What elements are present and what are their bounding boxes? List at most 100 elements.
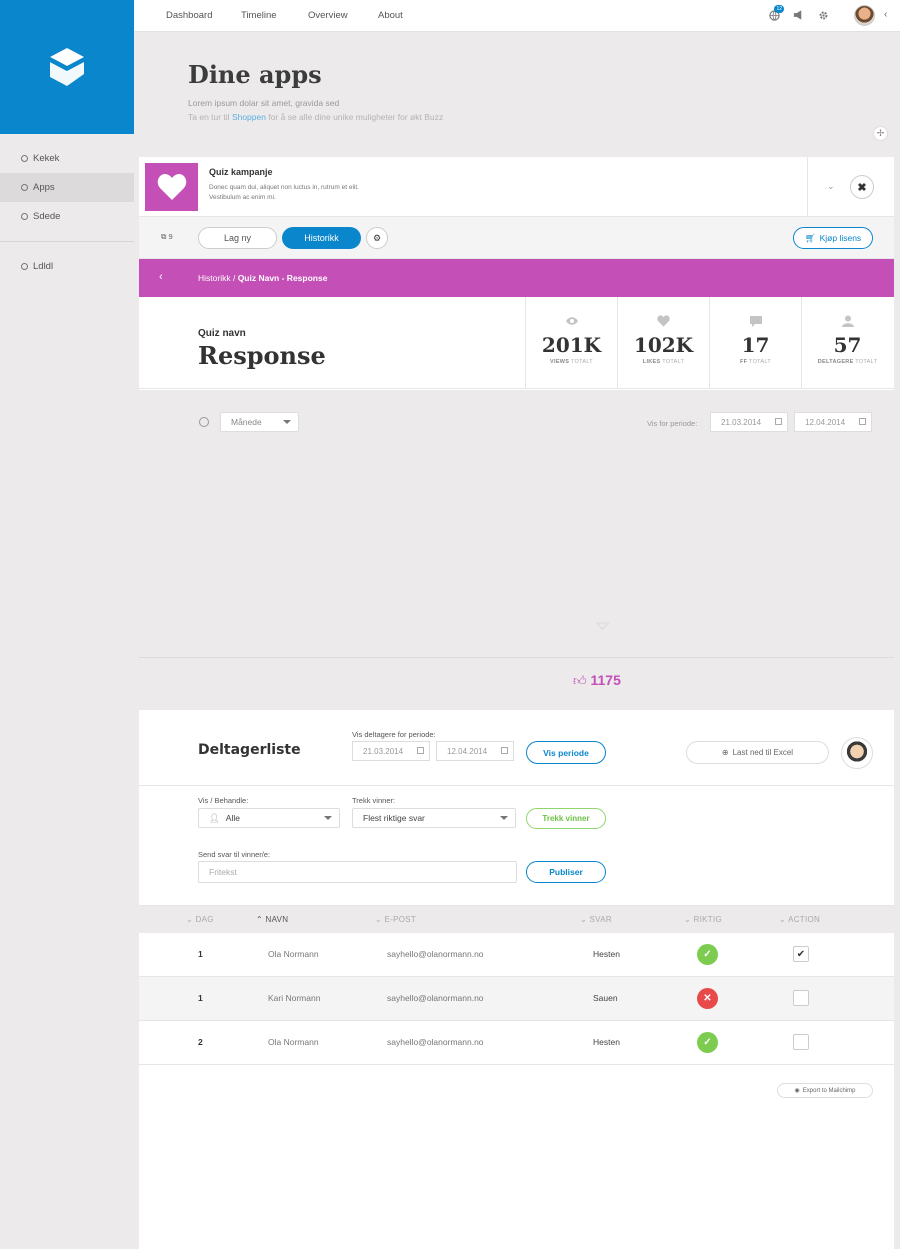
- main-panel: Quiz kampanje Donec quam dui, aliquet no…: [139, 157, 894, 1249]
- date-from-field[interactable]: 21.03.2014: [710, 412, 788, 432]
- date-from-field[interactable]: 21.03.2014: [352, 741, 430, 761]
- cell-svar: Sauen: [593, 993, 618, 1003]
- period-select[interactable]: Månede: [220, 412, 299, 432]
- stat-value: 57: [833, 333, 862, 357]
- chevron-left-icon[interactable]: ‹: [159, 271, 163, 283]
- draw-winner-value: Flest riktige svar: [363, 813, 425, 823]
- new-button[interactable]: Lag ny: [198, 227, 277, 249]
- megaphone-icon[interactable]: [792, 9, 804, 21]
- buy-license-button[interactable]: 🛒︎ Kjøp lisens: [793, 227, 873, 249]
- show-filter-value: Alle: [225, 813, 240, 823]
- app-logo[interactable]: [0, 0, 134, 134]
- chevron-left-icon[interactable]: ‹: [884, 9, 887, 20]
- breadcrumb-parent[interactable]: Historikk: [198, 273, 231, 283]
- cart-icon: 🛒︎: [804, 232, 816, 243]
- stat-label: DELTAGERE TOTALT: [802, 359, 893, 365]
- publish-button[interactable]: Publiser: [526, 861, 606, 883]
- free-text-input[interactable]: Fritekst: [198, 861, 517, 883]
- chevron-down-icon[interactable]: ⌄: [827, 181, 835, 192]
- column-header-dag[interactable]: ⌄ DAG: [186, 915, 214, 924]
- move-icon[interactable]: ✢: [873, 126, 888, 141]
- user-icon: [802, 315, 893, 329]
- stat-label-main: LIKES: [642, 359, 661, 365]
- stat-label: FF TOTALT: [710, 359, 801, 365]
- quiz-title: Response: [198, 341, 326, 370]
- date-value: 21.03.2014: [363, 746, 404, 756]
- draw-winner-select[interactable]: Flest riktige svar: [352, 808, 516, 828]
- nav-link-overview[interactable]: Overview: [308, 10, 348, 21]
- stat-likes: 102K LIKES TOTALT: [617, 297, 709, 389]
- caret-down-icon: [324, 816, 332, 820]
- stat-deltagere: 57 DELTAGERE TOTALT: [801, 297, 893, 389]
- sidebar-item-ldldl[interactable]: Ldldl: [0, 252, 134, 281]
- column-header-svar[interactable]: ⌄ SVAR: [580, 915, 612, 924]
- column-header-label: SVAR: [589, 915, 612, 924]
- column-header-label: RIKTIG: [693, 915, 722, 924]
- nav-link-about[interactable]: About: [378, 10, 403, 21]
- action-checkbox[interactable]: [793, 1034, 809, 1050]
- period-label: Vis for periode:: [647, 419, 698, 428]
- heart-icon: [618, 315, 709, 329]
- excel-download-button[interactable]: ⊕ Last ned til Excel: [686, 741, 829, 764]
- column-header-action[interactable]: ⌄ ACTION: [779, 915, 820, 924]
- cell-navn: Kari Normann: [268, 993, 321, 1003]
- column-header-label: NAVN: [265, 915, 289, 924]
- user-avatar[interactable]: [854, 5, 875, 26]
- stat-ff: 17 FF TOTALT: [709, 297, 801, 389]
- check-circle-icon: ✓: [697, 944, 718, 965]
- total-value: 1175: [590, 672, 621, 688]
- stat-label-suffix: TOTALT: [855, 359, 878, 365]
- copy-count-value: 9: [168, 232, 173, 241]
- period-label: Vis deltagere for periode:: [352, 730, 436, 739]
- column-header-riktig[interactable]: ⌄ RIKTIG: [684, 915, 722, 924]
- toolbar: ⧉ 9 Lag ny Historikk ⚙ 🛒︎ Kjøp lisens: [139, 217, 894, 259]
- settings-button[interactable]: ⚙: [366, 227, 388, 249]
- table-row: 1 Kari Normann sayhello@olanormann.no Sauen…: [139, 977, 894, 1021]
- show-filter-select[interactable]: 👤︎ Alle: [198, 808, 340, 828]
- action-checkbox[interactable]: ✔: [793, 946, 809, 962]
- buy-license-label: Kjøp lisens: [819, 233, 862, 243]
- date-value: 12.04.2014: [805, 417, 846, 427]
- draw-winner-button[interactable]: Trekk vinner: [526, 808, 606, 829]
- copy-count[interactable]: ⧉ 9: [161, 232, 173, 242]
- page-subtitle-2: Ta en tur til Shoppen for å se alle dine…: [188, 112, 443, 122]
- cell-epost: sayhello@olanormann.no: [387, 1037, 484, 1047]
- sidebar-item-sdede[interactable]: Sdede: [0, 202, 134, 231]
- thumbs-up-icon: 👍︎: [573, 673, 587, 688]
- sidebar-item-apps[interactable]: Apps: [0, 173, 134, 202]
- comment-icon: [710, 315, 801, 329]
- export-mailchimp-button[interactable]: ◉ Export to Mailchimp: [777, 1083, 873, 1098]
- column-header-epost[interactable]: ⌄ E-POST: [375, 915, 416, 924]
- circle-icon: [21, 184, 28, 191]
- app-thumbnail[interactable]: [145, 163, 198, 211]
- close-button[interactable]: ✖: [850, 175, 874, 199]
- date-value: 12.04.2014: [447, 746, 488, 756]
- gear-icon[interactable]: [817, 9, 829, 21]
- caret-down-icon: [283, 420, 291, 424]
- date-value: 21.03.2014: [721, 417, 762, 427]
- app-card: Quiz kampanje Donec quam dui, aliquet no…: [139, 157, 894, 217]
- nav-link-dashboard[interactable]: Dashboard: [166, 10, 212, 21]
- cell-dag: 1: [198, 949, 203, 959]
- date-to-field[interactable]: 12.04.2014: [794, 412, 872, 432]
- action-checkbox[interactable]: [793, 990, 809, 1006]
- history-button[interactable]: Historikk: [282, 227, 361, 249]
- stat-value: 17: [741, 333, 770, 357]
- stat-label-main: VIEWS: [550, 359, 570, 365]
- column-header-navn[interactable]: ⌃ NAVN: [256, 915, 288, 924]
- globe-icon[interactable]: 12: [768, 5, 784, 21]
- stat-label-suffix: TOTALT: [662, 359, 685, 365]
- sidebar-item-label: Apps: [33, 182, 55, 193]
- download-icon: ⊕: [721, 748, 729, 757]
- cell-navn: Ola Normann: [268, 1037, 319, 1047]
- shop-link[interactable]: Shoppen: [232, 112, 266, 122]
- mailchimp-avatar[interactable]: [841, 737, 873, 769]
- period-select-value: Månede: [231, 417, 262, 427]
- nav-link-timeline[interactable]: Timeline: [241, 10, 277, 21]
- sidebar-item-kekek[interactable]: Kekek: [0, 144, 134, 173]
- sidebar-divider: [0, 241, 134, 242]
- show-period-button[interactable]: Vis periode: [526, 741, 606, 764]
- send-reply-label: Send svar til vinner/e:: [198, 850, 271, 859]
- date-to-field[interactable]: 12.04.2014: [436, 741, 514, 761]
- gear-icon: ⚙: [372, 232, 382, 243]
